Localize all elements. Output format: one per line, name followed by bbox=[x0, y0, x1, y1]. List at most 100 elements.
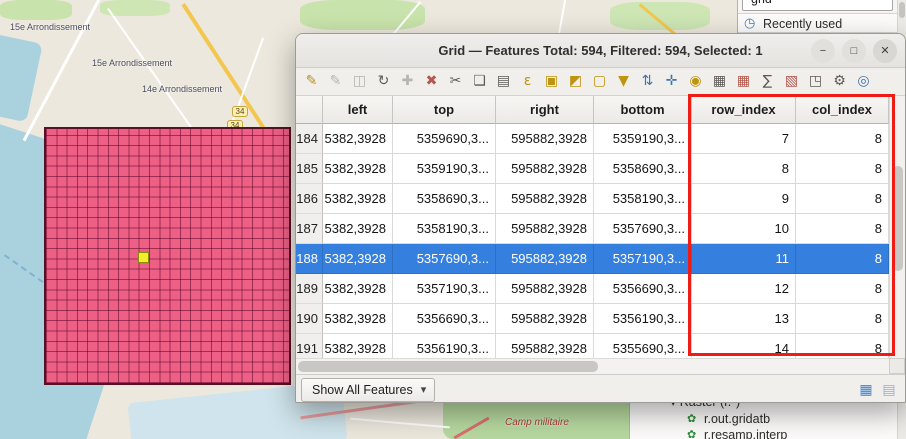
cell-bottom[interactable]: 5356690,3... bbox=[594, 274, 692, 304]
column-header-right[interactable]: right bbox=[496, 96, 594, 124]
column-header-bottom[interactable]: bottom bbox=[594, 96, 692, 124]
corner-header[interactable] bbox=[296, 96, 323, 124]
dock-table-icon[interactable]: ◳ bbox=[805, 71, 826, 92]
copy-features-icon[interactable]: ❏ bbox=[469, 71, 490, 92]
horizontal-scrollbar[interactable] bbox=[296, 358, 889, 374]
cell-bottom[interactable]: 5358190,3... bbox=[594, 184, 692, 214]
cell-left[interactable]: 5382,3928 bbox=[323, 274, 393, 304]
row-number[interactable]: 184 bbox=[296, 124, 323, 154]
invert-selection-icon[interactable]: ◩ bbox=[565, 71, 586, 92]
cell-left[interactable]: 5382,3928 bbox=[323, 154, 393, 184]
row-number[interactable]: 190 bbox=[296, 304, 323, 334]
cell-bottom[interactable]: 5357190,3... bbox=[594, 244, 692, 274]
row-number[interactable]: 189 bbox=[296, 274, 323, 304]
cell-left[interactable]: 5382,3928 bbox=[323, 244, 393, 274]
close-button[interactable]: ✕ bbox=[873, 39, 897, 63]
cell-left[interactable]: 5382,3928 bbox=[323, 214, 393, 244]
deselect-all-icon[interactable]: ▢ bbox=[589, 71, 610, 92]
cell-top[interactable]: 5357190,3... bbox=[393, 274, 496, 304]
toolbox-scrollbar[interactable] bbox=[897, 0, 906, 33]
cell-bottom[interactable]: 5358690,3... bbox=[594, 154, 692, 184]
road bbox=[350, 418, 450, 429]
new-field-icon[interactable]: ▦ bbox=[709, 71, 730, 92]
minimize-button[interactable]: − bbox=[811, 39, 835, 63]
cell-bottom[interactable]: 5355690,3... bbox=[594, 334, 692, 358]
cell-right[interactable]: 595882,3928 bbox=[496, 214, 594, 244]
cell-top[interactable]: 5359690,3... bbox=[393, 124, 496, 154]
cut-features-icon[interactable]: ✂ bbox=[445, 71, 466, 92]
column-header-left[interactable]: left bbox=[323, 96, 393, 124]
row-number[interactable]: 191 bbox=[296, 334, 323, 358]
cell-right[interactable]: 595882,3928 bbox=[496, 274, 594, 304]
dialog-titlebar[interactable]: Grid — Features Total: 594, Filtered: 59… bbox=[296, 34, 905, 68]
cell-right[interactable]: 595882,3928 bbox=[496, 304, 594, 334]
toolbox-group-clipped[interactable]: ▾ Raster (r.*) bbox=[630, 403, 896, 410]
cell-right[interactable]: 595882,3928 bbox=[496, 184, 594, 214]
cell-left[interactable]: 5382,3928 bbox=[323, 124, 393, 154]
select-all-icon[interactable]: ▣ bbox=[541, 71, 562, 92]
processing-toolbox-panel-bottom: ▾ Raster (r.*) ✿ r.out.gridatb ✿ r.resam… bbox=[629, 403, 906, 439]
toggle-editing-icon[interactable]: ✎ bbox=[301, 71, 322, 92]
feature-filter-button[interactable]: Show All Features ▾ bbox=[301, 378, 435, 402]
reload-icon[interactable]: ↻ bbox=[373, 71, 394, 92]
toolbox-item-label: r.out.gridatb bbox=[704, 412, 770, 426]
cell-top[interactable]: 5358690,3... bbox=[393, 184, 496, 214]
move-selection-top-icon[interactable]: ⇅ bbox=[637, 71, 658, 92]
zoom-full-icon[interactable]: ◎ bbox=[853, 71, 874, 92]
cell-bottom[interactable]: 5356190,3... bbox=[594, 304, 692, 334]
paste-features-icon[interactable]: ▤ bbox=[493, 71, 514, 92]
cell-top[interactable]: 5356690,3... bbox=[393, 304, 496, 334]
scrollbar-thumb[interactable] bbox=[298, 361, 598, 372]
pan-to-selection-icon[interactable]: ✛ bbox=[661, 71, 682, 92]
field-calculator-icon[interactable]: ∑ bbox=[757, 71, 778, 92]
maximize-button[interactable]: □ bbox=[842, 39, 866, 63]
save-edits-icon[interactable]: ◫ bbox=[349, 71, 370, 92]
row-number[interactable]: 186 bbox=[296, 184, 323, 214]
cell-left[interactable]: 5382,3928 bbox=[323, 304, 393, 334]
cell-bottom[interactable]: 5359190,3... bbox=[594, 124, 692, 154]
chevron-down-icon: ▾ bbox=[670, 403, 676, 409]
row-number[interactable]: 188 bbox=[296, 244, 323, 274]
road bbox=[107, 8, 195, 132]
selected-grid-cell bbox=[138, 252, 149, 263]
attribute-table-toolbar: ✎ ✎ ◫ ↻ ✚ ✖ ✂ ❏ ▤ ε ▣ ◩ ▢ ▼ ⇅ ✛ ◉ ▦ ▦ ∑ … bbox=[296, 68, 905, 96]
clock-icon: ◷ bbox=[744, 16, 755, 31]
cell-top[interactable]: 5357690,3... bbox=[393, 244, 496, 274]
filter-form-icon[interactable]: ▼ bbox=[613, 71, 634, 92]
add-feature-icon[interactable]: ✚ bbox=[397, 71, 418, 92]
cell-left[interactable]: 5382,3928 bbox=[323, 184, 393, 214]
dialog-bottom-bar: Show All Features ▾ ▦ ▤ bbox=[296, 374, 905, 403]
delete-field-icon[interactable]: ▦ bbox=[733, 71, 754, 92]
conditional-formatting-icon[interactable]: ▧ bbox=[781, 71, 802, 92]
toolbox-item[interactable]: ✿ r.out.gridatb bbox=[630, 411, 896, 427]
cell-right[interactable]: 595882,3928 bbox=[496, 244, 594, 274]
zoom-to-selection-icon[interactable]: ◉ bbox=[685, 71, 706, 92]
chevron-down-icon: ▾ bbox=[421, 379, 427, 401]
multi-edit-icon[interactable]: ✎ bbox=[325, 71, 346, 92]
row-number[interactable]: 185 bbox=[296, 154, 323, 184]
toolbox-scrollbar[interactable] bbox=[897, 403, 906, 439]
toolbox-recently-used[interactable]: ◷ Recently used bbox=[738, 13, 897, 33]
vector-grid-layer bbox=[44, 127, 291, 385]
cell-bottom[interactable]: 5357690,3... bbox=[594, 214, 692, 244]
toolbox-item[interactable]: ✿ r.resamp.interp bbox=[630, 427, 896, 439]
select-by-expression-icon[interactable]: ε bbox=[517, 71, 538, 92]
actions-icon[interactable]: ⚙ bbox=[829, 71, 850, 92]
cell-right[interactable]: 595882,3928 bbox=[496, 154, 594, 184]
cell-left[interactable]: 5382,3928 bbox=[323, 334, 393, 358]
delete-selected-icon[interactable]: ✖ bbox=[421, 71, 442, 92]
form-view-icon[interactable]: ▤ bbox=[880, 381, 898, 399]
processing-toolbox-panel: grid ◷ Recently used bbox=[737, 0, 906, 33]
cell-right[interactable]: 595882,3928 bbox=[496, 334, 594, 358]
qgis-screen: 15e Arrondissement 15e Arrondissement 14… bbox=[0, 0, 906, 439]
park-area bbox=[0, 0, 72, 20]
row-number[interactable]: 187 bbox=[296, 214, 323, 244]
cell-top[interactable]: 5359190,3... bbox=[393, 154, 496, 184]
table-view-icon[interactable]: ▦ bbox=[857, 381, 875, 399]
cell-right[interactable]: 595882,3928 bbox=[496, 124, 594, 154]
cell-top[interactable]: 5358190,3... bbox=[393, 214, 496, 244]
search-input[interactable]: grid bbox=[742, 0, 893, 11]
scrollbar-thumb[interactable] bbox=[899, 2, 905, 18]
column-header-top[interactable]: top bbox=[393, 96, 496, 124]
cell-top[interactable]: 5356190,3... bbox=[393, 334, 496, 358]
